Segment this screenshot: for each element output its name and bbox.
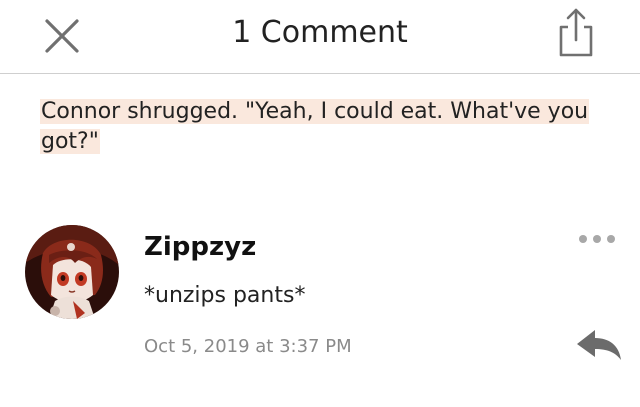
share-button[interactable] [553,6,599,60]
reply-icon [577,330,621,360]
close-button[interactable] [40,12,86,58]
avatar-image [25,225,119,319]
close-icon [45,19,79,53]
comment-timestamp: Oct 5, 2019 at 3:37 PM [144,336,352,357]
share-icon [559,8,593,57]
comment-body: *unzips pants* [144,283,306,308]
comment-username[interactable]: Zippzyz [144,229,256,265]
header-bar: 1 Comment [0,0,640,74]
more-icon [579,235,615,243]
page-title: 1 Comment [232,15,408,50]
quoted-text: Connor shrugged. "Yeah, I could eat. Wha… [40,99,590,154]
quoted-passage: Connor shrugged. "Yeah, I could eat. Wha… [40,97,600,157]
avatar[interactable] [25,225,119,319]
reply-button[interactable] [575,327,623,363]
comments-screen: 1 Comment Connor shrugged. "Yeah, I coul… [0,0,640,407]
more-options-button[interactable] [574,229,620,249]
